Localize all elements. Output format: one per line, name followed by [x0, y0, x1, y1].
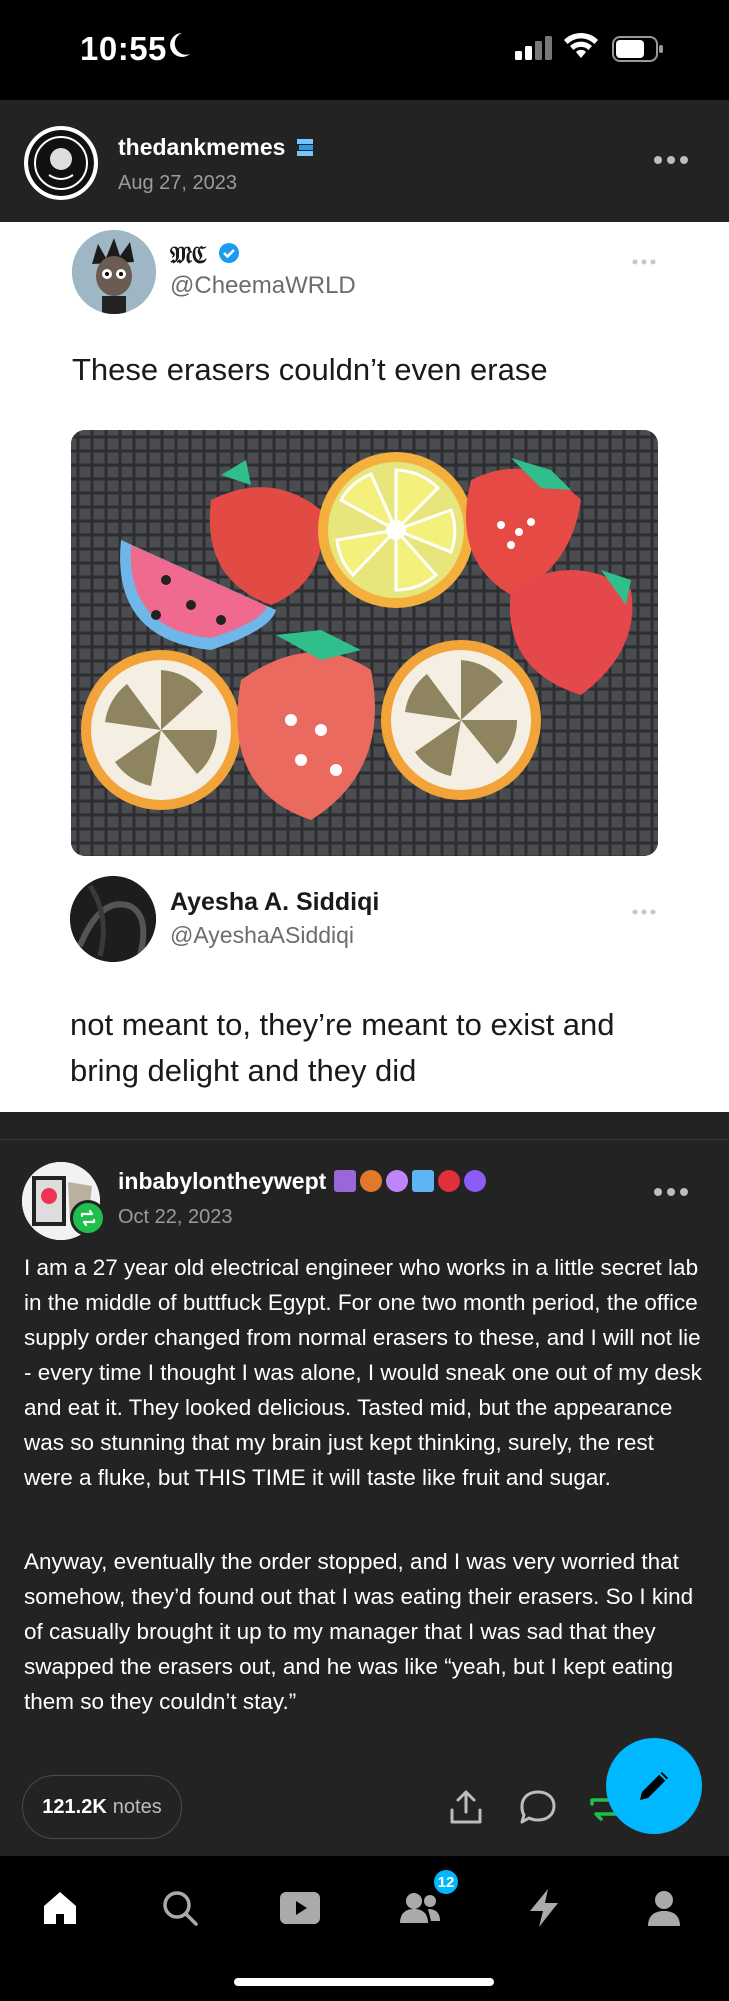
- reblog-badge-icon: [70, 1200, 106, 1236]
- share-icon[interactable]: [448, 1788, 484, 1831]
- tweet-text: These erasers couldn’t even erase: [72, 352, 548, 387]
- more-options-icon[interactable]: [653, 152, 689, 170]
- tweet-display-name: 𝔐ℭ: [170, 240, 207, 269]
- pencil-icon: [640, 1772, 668, 1800]
- tweet-handle-2: @AyeshaASiddiqi: [170, 922, 355, 948]
- tweet-display-name-2: Ayesha A. Siddiqi: [170, 888, 380, 916]
- badge-icon: [386, 1170, 408, 1192]
- search-icon[interactable]: [156, 1884, 204, 1932]
- fruit-erasers-photo: [71, 430, 658, 856]
- status-time: 10:55: [80, 30, 167, 67]
- notes-label: notes: [112, 1795, 162, 1818]
- home-indicator: [234, 1978, 494, 1986]
- tweet-handle: @CheemaWRLD: [170, 272, 356, 299]
- bottom-nav: 12: [0, 1856, 729, 2001]
- badge-icon: [438, 1170, 460, 1192]
- badge-icon: [464, 1170, 486, 1192]
- notes-count: 121.2K: [42, 1795, 107, 1818]
- compose-button[interactable]: [606, 1738, 702, 1834]
- activity-icon[interactable]: [520, 1884, 568, 1932]
- verified-icon: [218, 242, 240, 269]
- cellular-signal-icon: [515, 36, 555, 65]
- wifi-icon: [564, 32, 598, 65]
- embedded-tweet-image[interactable]: 𝔐ℭ @CheemaWRLD These erasers couldn’t ev…: [0, 222, 729, 1112]
- notes-button[interactable]: 121.2K notes: [22, 1775, 182, 1839]
- tweet-text-2: not meant to, they’re meant to exist and…: [70, 1007, 615, 1088]
- tweet-more-icon-2: [632, 902, 656, 920]
- reblog-paragraph: Anyway, eventually the order stopped, an…: [24, 1549, 694, 1714]
- tweet-more-icon: [632, 252, 656, 270]
- status-bar: 10:55: [0, 0, 729, 100]
- reblog-section: inbabylontheywept Oct 22, 2023 I am a 27…: [0, 1140, 729, 1856]
- moon-icon: [168, 30, 192, 65]
- community-badge: 12: [432, 1868, 460, 1896]
- post-divider: [0, 1112, 729, 1140]
- badge-icon: [360, 1170, 382, 1192]
- battery-icon: [612, 36, 664, 67]
- badge-row: [334, 1170, 486, 1192]
- post-username[interactable]: thedankmemes: [118, 134, 285, 161]
- badge-icon: [334, 1170, 356, 1192]
- tweet-avatar: [72, 230, 156, 314]
- reblog-paragraph: I am a 27 year old electrical engineer w…: [24, 1255, 702, 1490]
- post-header: thedankmemes Aug 27, 2023: [0, 100, 729, 222]
- account-icon[interactable]: [640, 1884, 688, 1932]
- avatar[interactable]: [24, 126, 98, 200]
- more-options-icon[interactable]: [653, 1184, 689, 1202]
- badge-icon: [412, 1170, 434, 1192]
- badge-icon: [294, 136, 316, 163]
- post-date: Aug 27, 2023: [118, 172, 237, 194]
- home-icon[interactable]: [36, 1884, 84, 1932]
- reblog-date: Oct 22, 2023: [118, 1206, 233, 1228]
- tweet-avatar-2: [70, 876, 156, 962]
- video-icon[interactable]: [276, 1884, 324, 1932]
- reblog-username[interactable]: inbabylontheywept: [118, 1168, 326, 1195]
- reply-icon[interactable]: [518, 1788, 558, 1831]
